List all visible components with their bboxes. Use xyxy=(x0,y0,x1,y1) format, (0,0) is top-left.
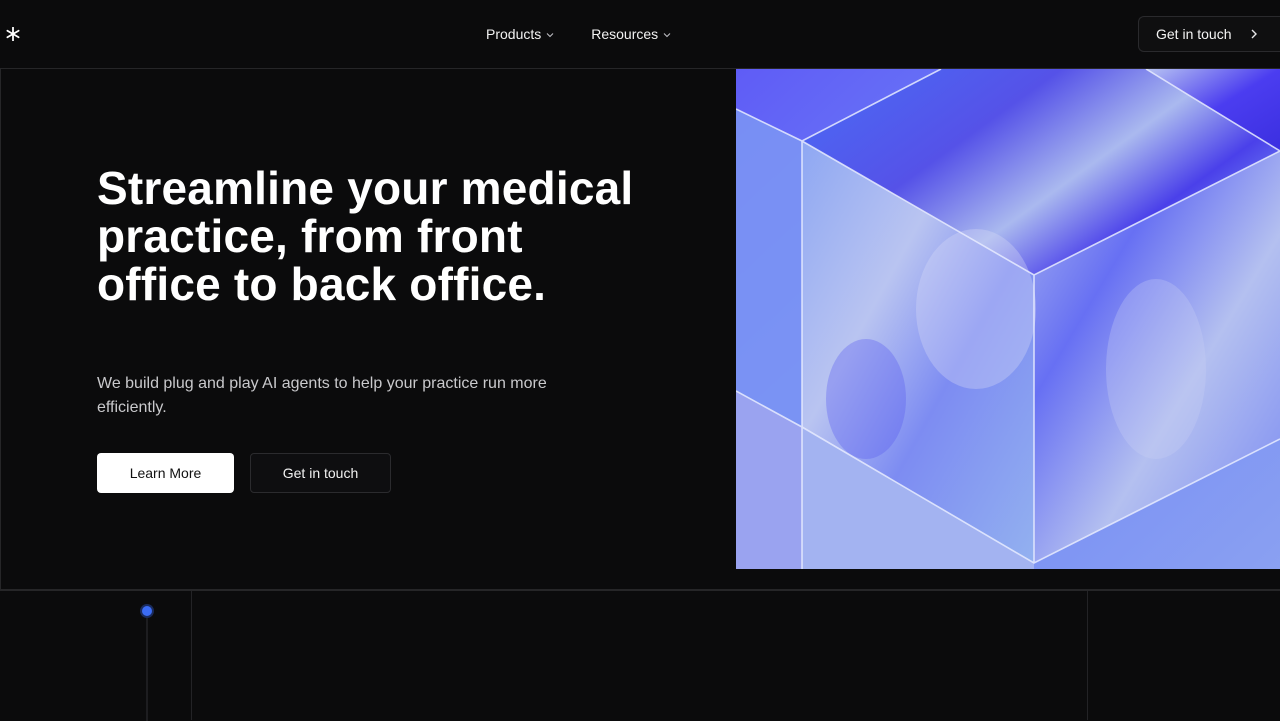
chevron-down-icon xyxy=(546,33,554,38)
timeline-track xyxy=(146,617,148,721)
chevron-down-icon xyxy=(663,33,671,38)
chevron-right-icon xyxy=(1251,29,1257,39)
nav-item-resources[interactable]: Resources xyxy=(591,23,672,45)
nav-item-products[interactable]: Products xyxy=(486,23,555,45)
glass-cube-illustration xyxy=(736,69,1280,569)
logo-asterisk-icon[interactable] xyxy=(4,22,22,46)
grid-divider xyxy=(1087,591,1088,720)
learn-more-button[interactable]: Learn More xyxy=(97,453,234,493)
grid-divider xyxy=(191,591,192,720)
nav-cta-label: Get in touch xyxy=(1156,26,1232,42)
hero-title: Streamline your medical practice, from f… xyxy=(97,162,634,310)
asterisk-icon xyxy=(6,27,20,41)
timeline-dot-icon xyxy=(142,606,152,616)
hero-glass-cube-image xyxy=(736,69,1280,569)
nav-item-label: Products xyxy=(486,26,542,42)
nav-item-label: Resources xyxy=(591,26,659,42)
top-navbar: Products Resources Get in touch xyxy=(0,0,1280,68)
hero-section: Streamline your medical practice, from f… xyxy=(0,68,1280,590)
get-in-touch-nav-button[interactable]: Get in touch xyxy=(1138,16,1280,52)
features-section xyxy=(0,590,1280,721)
hero-subtitle: We build plug and play AI agents to help… xyxy=(97,375,547,416)
get-in-touch-button[interactable]: Get in touch xyxy=(250,453,391,493)
main-nav: Products Resources xyxy=(486,23,672,45)
